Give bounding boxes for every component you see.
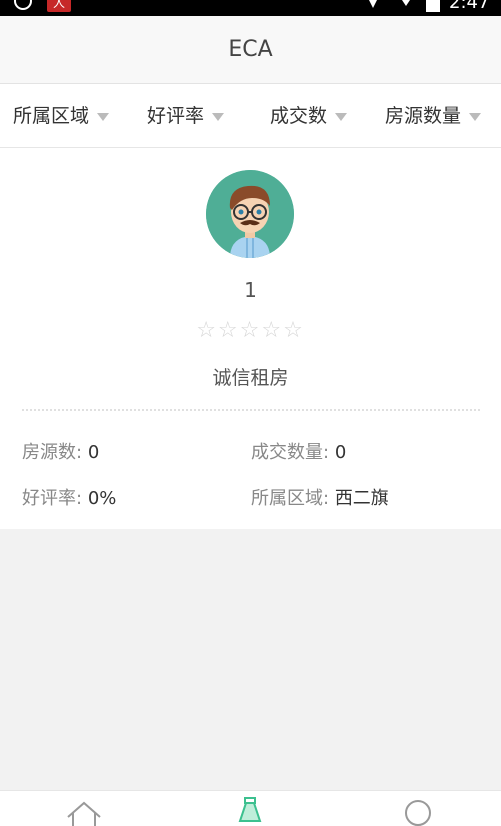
agent-card[interactable]: 1 ☆☆☆☆☆ 诚信租房 房源数: 0 成交数量: 0 好评率: 0% 所属区域… (0, 148, 501, 529)
filter-rating[interactable]: 好评率 (147, 84, 225, 148)
battery-icon (426, 0, 440, 12)
stat-deals-label: 成交数量: (251, 442, 330, 463)
filter-area-label: 所属区域 (13, 105, 90, 127)
agent-name: 1 (244, 278, 257, 302)
stat-rating-label: 好评率: (22, 488, 83, 509)
filter-listings[interactable]: 房源数量 (385, 84, 482, 148)
stat-listings-label: 房源数: (22, 442, 83, 463)
notification-icon: 人 (47, 0, 71, 12)
caret-down-icon (469, 112, 482, 121)
stat-rating-value: 0% (87, 488, 117, 509)
stat-area-label: 所属区域: (251, 488, 330, 509)
stat-rating: 好评率: 0% (22, 484, 116, 510)
bottom-tab-bar (0, 790, 501, 826)
agent-tagline: 诚信租房 (212, 367, 289, 389)
profile-icon[interactable] (403, 799, 433, 826)
stat-area-value: 西二旗 (334, 488, 389, 509)
stat-listings: 房源数: 0 (22, 438, 99, 464)
filter-rating-label: 好评率 (147, 105, 205, 127)
filter-deals[interactable]: 成交数 (270, 84, 348, 148)
stat-area: 所属区域: 西二旗 (251, 484, 389, 510)
wifi-icon (366, 0, 380, 8)
caret-down-icon (335, 112, 348, 121)
stat-listings-value: 0 (87, 442, 100, 463)
avatar (206, 170, 294, 258)
filter-deals-label: 成交数 (270, 105, 328, 127)
filter-bar: 所属区域 好评率 成交数 房源数量 (0, 84, 501, 148)
home-icon[interactable] (66, 801, 102, 826)
page-title: ECA (0, 16, 501, 84)
caret-down-icon (97, 112, 110, 121)
avatar-illustration (206, 170, 294, 258)
dotted-divider (22, 409, 480, 411)
stat-deals: 成交数量: 0 (251, 438, 346, 464)
filter-listings-label: 房源数量 (385, 105, 462, 127)
signal-icon (398, 0, 414, 6)
status-time: 2:47 (449, 0, 490, 13)
rating-stars: ☆☆☆☆☆ (196, 318, 305, 343)
caret-down-icon (212, 112, 225, 121)
status-bar: 人 2:47 (0, 0, 501, 16)
bottle-icon[interactable] (236, 797, 264, 826)
stat-deals-value: 0 (334, 442, 347, 463)
filter-area[interactable]: 所属区域 (13, 84, 110, 148)
search-icon (14, 0, 32, 10)
